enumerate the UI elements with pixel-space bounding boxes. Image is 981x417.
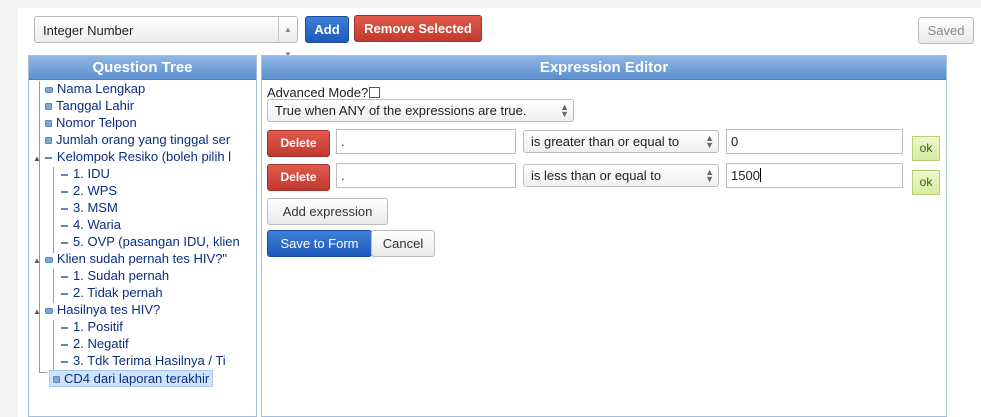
add-expression-button[interactable]: Add expression [267,198,388,225]
number-icon [45,120,52,128]
option-icon [61,224,68,227]
question-icon [45,86,53,93]
question-tree-panel: Question Tree Nama Lengkap Tanggal Lahir… [28,55,257,417]
tree-connector [53,320,54,372]
select-one-icon [44,156,52,159]
tree-item[interactable]: 2. Tidak pernah [61,285,163,301]
tree-item[interactable]: 3. MSM [61,200,118,216]
delete-expression-button[interactable]: Delete [267,164,330,191]
ok-button[interactable]: ok [912,136,940,161]
option-icon [61,360,68,363]
select-arrows-icon: ▲ ▼ [705,133,714,150]
remove-selected-button[interactable]: Remove Selected [354,15,482,42]
tree-connector [39,372,47,373]
match-mode-select[interactable]: True when ANY of the expressions are tru… [267,99,574,122]
ok-button[interactable]: ok [912,170,940,195]
tree-item[interactable]: 2. WPS [61,183,117,199]
select-one-icon [44,256,53,263]
option-icon [61,207,68,210]
option-icon [61,190,68,193]
select-arrow-icon: ▲▼ [278,17,297,59]
expression-field-input[interactable]: . [336,129,516,154]
select-arrows-icon: ▲ ▼ [705,167,714,184]
collapse-icon[interactable]: ▲ [33,256,41,265]
tree-item-group[interactable]: ▲ Klien sudah pernah tes HIV?" [33,251,227,267]
operator-select[interactable]: is less than or equal to ▲ ▼ [523,164,719,187]
tree-connector [53,269,54,303]
option-icon [61,292,68,295]
option-icon [61,275,68,278]
expression-editor-title: Expression Editor [262,56,946,80]
expression-value-input[interactable]: 0 [726,129,903,154]
option-icon [61,343,68,346]
match-mode-value: True when ANY of the expressions are tru… [275,103,527,118]
select-arrows-icon: ▲ ▼ [560,102,569,119]
collapse-icon[interactable]: ▲ [33,307,41,316]
date-icon [45,103,52,111]
tree-item-selected[interactable]: CD4 dari laporan terakhir [49,370,214,387]
question-type-value: Integer Number [43,23,134,38]
tree-connector [53,167,54,253]
save-to-form-button[interactable]: Save to Form [267,230,372,257]
tree-item[interactable]: 5. OVP (pasangan IDU, klien [61,234,240,250]
question-tree-title: Question Tree [29,56,256,80]
expression-field-input[interactable]: . [336,163,516,188]
cancel-button[interactable]: Cancel [371,230,435,257]
option-icon [61,173,68,176]
tree-item[interactable]: Nama Lengkap [45,81,145,97]
tree-item[interactable]: 4. Waria [61,217,121,233]
number-icon [53,376,60,384]
select-one-icon [44,307,53,314]
advanced-mode-label: Advanced Mode? [267,85,369,100]
expression-editor-panel: Expression Editor Advanced Mode? True wh… [261,55,947,417]
tree-item[interactable]: Nomor Telpon [45,115,137,131]
tree-item[interactable]: 1. Sudah pernah [61,268,169,284]
expression-value-input[interactable]: 1500 [726,163,903,188]
tree-item-group[interactable]: ▲ Hasilnya tes HIV? [33,302,160,318]
question-type-select[interactable]: Integer Number ▲▼ [34,16,298,59]
tree-item[interactable]: 2. Negatif [61,336,129,352]
tree-item[interactable]: Tanggal Lahir [45,98,134,114]
operator-select[interactable]: is greater than or equal to ▲ ▼ [523,130,719,153]
tree-item[interactable]: 3. Tdk Terima Hasilnya / Ti [61,353,226,369]
option-icon [61,241,68,244]
tree-item[interactable]: 1. IDU [61,166,110,182]
collapse-icon[interactable]: ▲ [33,154,41,163]
advanced-mode: Advanced Mode? [267,85,381,100]
saved-button[interactable]: Saved [918,17,974,44]
advanced-mode-checkbox[interactable] [369,87,381,98]
delete-expression-button[interactable]: Delete [267,130,330,157]
tree-item-group[interactable]: ▲ Kelompok Resiko (boleh pilih l [33,149,231,165]
operator-value: is less than or equal to [531,168,662,183]
text-caret [759,168,761,182]
tree-item[interactable]: Jumlah orang yang tinggal ser [45,132,230,148]
tree-item[interactable]: 1. Positif [61,319,123,335]
number-icon [45,137,52,145]
question-tree: Nama Lengkap Tanggal Lahir Nomor Telpon … [29,81,256,416]
add-button[interactable]: Add [305,16,349,43]
option-icon [61,326,68,329]
tree-connector [39,81,40,372]
operator-value: is greater than or equal to [531,134,680,149]
